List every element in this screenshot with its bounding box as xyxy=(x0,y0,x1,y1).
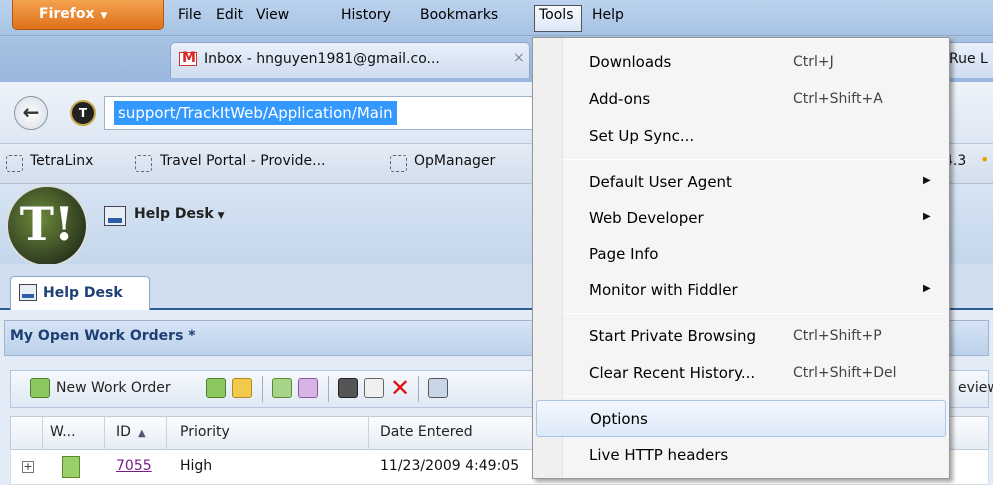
column-divider xyxy=(104,416,105,450)
firefox-menu-button[interactable]: Firefox ▼ xyxy=(12,0,164,30)
help-desk-icon xyxy=(104,206,126,226)
menu-bookmarks[interactable]: Bookmarks xyxy=(420,7,498,23)
menu-item-clear-recent-history[interactable]: Clear Recent History... Ctrl+Shift+Del xyxy=(533,355,949,392)
menu-item-shortcut: Ctrl+J xyxy=(793,54,834,70)
chevron-down-icon: ▼ xyxy=(100,11,108,21)
menu-item-shortcut: Ctrl+Shift+A xyxy=(793,91,883,107)
bookmark-tetralinx[interactable]: TetraLinx xyxy=(30,153,93,169)
section-title: My Open Work Orders * xyxy=(10,328,196,344)
column-divider xyxy=(42,416,43,450)
submenu-arrow-icon: ▶ xyxy=(923,283,931,294)
gmail-icon xyxy=(179,50,197,66)
menu-item-downloads[interactable]: Downloads Ctrl+J xyxy=(533,44,949,81)
folder-open-icon[interactable] xyxy=(232,378,252,398)
toolbar-divider xyxy=(418,376,419,402)
help-desk-module-menu[interactable]: Help Desk ▼ xyxy=(134,206,225,222)
chevron-down-icon: ▼ xyxy=(217,211,225,221)
assign-tech-icon[interactable] xyxy=(428,378,448,398)
column-divider xyxy=(368,416,369,450)
merge-icon[interactable] xyxy=(298,378,318,398)
column-header-date-entered[interactable]: Date Entered xyxy=(380,424,473,440)
menu-item-set-up-sync[interactable]: Set Up Sync... xyxy=(533,118,949,155)
toolbar-divider xyxy=(262,376,263,402)
work-order-icon xyxy=(62,456,80,478)
menu-item-monitor-with-fiddler[interactable]: Monitor with Fiddler ▶ xyxy=(533,272,949,309)
menu-item-label: Options xyxy=(590,410,648,428)
toolbar-divider xyxy=(328,376,329,402)
menu-item-label: Downloads xyxy=(589,53,672,71)
trackit-logo: T! xyxy=(6,185,88,267)
menu-item-label: Clear Recent History... xyxy=(589,364,756,382)
work-order-priority: High xyxy=(180,458,213,474)
menu-separator xyxy=(563,159,947,160)
bookmark-opmanager[interactable]: OpManager xyxy=(414,153,495,169)
menu-separator xyxy=(563,313,947,314)
menu-item-page-info[interactable]: Page Info xyxy=(533,236,949,273)
delete-icon[interactable]: ✕ xyxy=(390,374,410,402)
menu-view[interactable]: View xyxy=(256,7,289,23)
menu-item-label: Set Up Sync... xyxy=(589,127,695,145)
menu-item-add-ons[interactable]: Add-ons Ctrl+Shift+A xyxy=(533,81,949,118)
menu-item-live-http-headers[interactable]: Live HTTP headers xyxy=(533,437,949,474)
feed-icon: • xyxy=(980,150,990,169)
column-divider xyxy=(166,416,167,450)
menu-item-label: Page Info xyxy=(589,245,659,263)
tab-label: Help Desk xyxy=(43,285,123,301)
help-desk-icon xyxy=(19,284,37,301)
menu-item-shortcut: Ctrl+Shift+Del xyxy=(793,365,897,381)
menu-edit[interactable]: Edit xyxy=(216,7,243,23)
duplicate-icon[interactable] xyxy=(364,378,384,398)
bookmark-page-icon xyxy=(390,155,407,172)
expand-row-icon[interactable]: + xyxy=(22,461,34,473)
column-header-id[interactable]: ID xyxy=(116,424,131,440)
submenu-arrow-icon: ▶ xyxy=(923,211,931,222)
menu-separator xyxy=(563,396,947,397)
menu-item-label: Start Private Browsing xyxy=(589,327,757,345)
menu-item-start-private-browsing[interactable]: Start Private Browsing Ctrl+Shift+P xyxy=(533,318,949,355)
sort-ascending-icon: ▲ xyxy=(138,428,146,439)
bookmark-page-icon xyxy=(6,155,23,172)
menu-history[interactable]: History xyxy=(341,7,391,23)
submenu-arrow-icon: ▶ xyxy=(923,175,931,186)
tab-label: Inbox - hnguyen1981@gmail.co... xyxy=(204,51,440,67)
menu-help[interactable]: Help xyxy=(592,7,624,23)
new-work-order-icon[interactable] xyxy=(30,378,50,398)
url-text-selected[interactable]: support/TrackItWeb/Application/Main xyxy=(114,101,397,125)
menu-tools[interactable]: Tools xyxy=(539,7,574,23)
menu-item-default-user-agent[interactable]: Default User Agent ▶ xyxy=(533,164,949,201)
column-header-priority[interactable]: Priority xyxy=(180,424,230,440)
tab-gmail-inbox[interactable]: Inbox - hnguyen1981@gmail.co... × xyxy=(170,42,530,78)
menu-item-label: Default User Agent xyxy=(589,173,732,191)
close-icon[interactable]: × xyxy=(513,50,525,66)
bookmark-travel-portal[interactable]: Travel Portal - Provide... xyxy=(160,153,325,169)
menu-item-options[interactable]: Options xyxy=(536,400,946,437)
work-order-date-entered: 11/23/2009 4:49:05 xyxy=(380,458,520,474)
menu-item-label: Monitor with Fiddler xyxy=(589,281,738,299)
new-work-order-button[interactable]: New Work Order xyxy=(56,380,171,396)
work-order-id-link[interactable]: 7055 xyxy=(116,458,152,474)
site-favicon-icon: T xyxy=(70,100,96,126)
copy-icon[interactable] xyxy=(272,378,292,398)
menu-item-label: Add-ons xyxy=(589,90,651,108)
menu-item-label: Web Developer xyxy=(589,209,704,227)
menu-item-shortcut: Ctrl+Shift+P xyxy=(793,328,882,344)
menu-file[interactable]: File xyxy=(178,7,201,23)
add-icon[interactable] xyxy=(206,378,226,398)
bookmark-page-icon xyxy=(135,155,152,172)
tab-help-desk[interactable]: Help Desk xyxy=(10,276,150,310)
preview-button[interactable]: eview xyxy=(958,380,993,396)
column-header-w[interactable]: W... xyxy=(50,424,76,440)
menu-item-web-developer[interactable]: Web Developer ▶ xyxy=(533,200,949,237)
tools-dropdown-menu: Downloads Ctrl+J Add-ons Ctrl+Shift+A Se… xyxy=(532,37,950,479)
print-icon[interactable] xyxy=(338,378,358,398)
menu-item-label: Live HTTP headers xyxy=(589,446,729,464)
tab-label: Rue L xyxy=(949,51,988,67)
back-button[interactable]: ← xyxy=(14,96,48,130)
